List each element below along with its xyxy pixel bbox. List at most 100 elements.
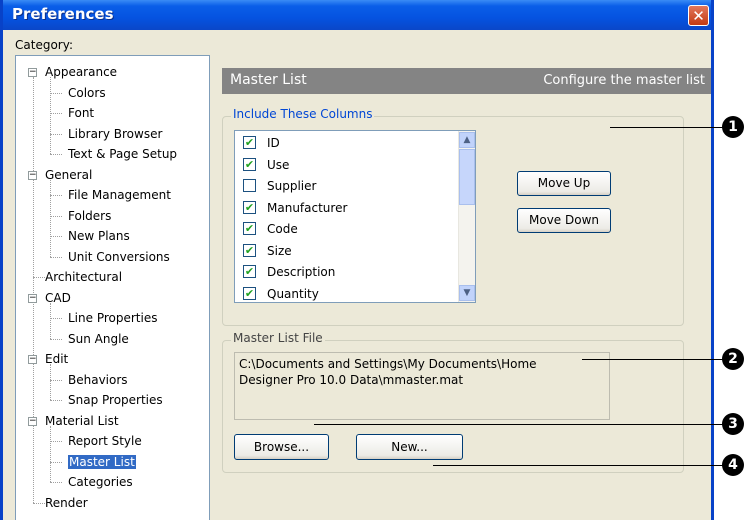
tree-item-cad[interactable]: CAD <box>45 288 71 308</box>
tree-item-master-list[interactable]: Master List <box>68 452 136 472</box>
tree-item-appearance[interactable]: Appearance <box>45 62 117 82</box>
listbox-scrollbar[interactable]: ▲ ▼ <box>458 131 475 302</box>
tree-item-categories[interactable]: Categories <box>68 472 133 492</box>
checkbox[interactable]: ✔ <box>243 200 256 214</box>
master-list-file-path: C:\Documents and Settings\My Documents\H… <box>234 352 610 420</box>
close-icon: ✕ <box>692 7 705 25</box>
checkbox[interactable] <box>243 179 256 192</box>
tree-connector <box>33 502 45 504</box>
callout-line-3 <box>314 424 732 425</box>
tree-item-edit[interactable]: Edit <box>45 349 68 369</box>
tree-connector <box>50 92 62 94</box>
tree-item-render[interactable]: Render <box>45 493 88 513</box>
tree-connector <box>50 113 62 114</box>
tree-connector <box>50 215 62 217</box>
scroll-up-button[interactable]: ▲ <box>459 132 475 148</box>
tree-connector <box>50 195 62 196</box>
checkbox[interactable]: ✔ <box>243 222 256 235</box>
checkmark-icon: ✔ <box>244 222 255 235</box>
master-list-file-legend: Master List File <box>231 331 325 345</box>
tree-item-font[interactable]: Font <box>68 103 94 123</box>
checkbox[interactable]: ✔ <box>243 157 256 171</box>
tree-item-unit-conversions[interactable]: Unit Conversions <box>68 247 170 267</box>
tree-item-label: New Plans <box>68 229 130 243</box>
tree-item-label: Library Browser <box>68 126 163 141</box>
tree-item-label: Behaviors <box>68 372 128 387</box>
title-bar[interactable]: Preferences ✕ <box>3 0 711 30</box>
tree-connector <box>50 302 51 339</box>
browse-button[interactable]: Browse... <box>234 434 329 460</box>
file-path-line-2: Designer Pro 10.0 Data\mmaster.mat <box>239 373 464 387</box>
checkbox[interactable]: ✔ <box>243 136 256 149</box>
column-label: ID <box>267 136 280 150</box>
tree-item-label: Unit Conversions <box>68 249 170 264</box>
tree-item-snap-properties[interactable]: Snap Properties <box>68 390 163 410</box>
checkbox[interactable]: ✔ <box>243 286 256 300</box>
tree-item-label: Colors <box>68 85 106 100</box>
tree-item-label: Appearance <box>45 65 118 79</box>
window-title: Preferences <box>12 5 114 23</box>
checkbox[interactable]: ✔ <box>243 265 256 278</box>
tree-item-label: Snap Properties <box>68 393 163 407</box>
scrollbar-thumb[interactable] <box>459 149 475 205</box>
tree-connector <box>50 236 62 237</box>
tree-item-label: Master List <box>68 454 136 469</box>
tree-item-label: Font <box>68 106 95 120</box>
tree-connector <box>50 256 62 258</box>
tree-item-label: Material List <box>45 413 119 428</box>
expand-collapse-toggle[interactable]: − <box>28 170 37 180</box>
tree-item-general[interactable]: General <box>45 165 92 185</box>
column-label: Code <box>267 222 298 236</box>
column-label: Use <box>267 157 290 172</box>
tree-item-label: Architectural <box>45 270 123 284</box>
callout-marker-4: 4 <box>722 454 744 476</box>
tree-item-label: Sun Angle <box>68 331 129 346</box>
callout-line-4 <box>433 465 732 466</box>
preferences-window: Preferences ✕ Category: − Appearance Color… <box>0 0 714 520</box>
move-down-button[interactable]: Move Down <box>517 208 611 233</box>
checkmark-icon: ✔ <box>244 136 255 149</box>
checkbox[interactable]: ✔ <box>243 243 256 257</box>
expand-collapse-toggle[interactable]: − <box>28 416 37 426</box>
tree-item-behaviors[interactable]: Behaviors <box>68 370 128 390</box>
tree-item-new-plans[interactable]: New Plans <box>68 226 130 246</box>
tree-connector <box>50 461 62 463</box>
move-up-button[interactable]: Move Up <box>517 171 611 196</box>
tree-item-file-management[interactable]: File Management <box>68 185 171 205</box>
callout-marker-1: 1 <box>722 116 744 138</box>
tree-item-sun-angle[interactable]: Sun Angle <box>68 329 129 349</box>
tree-item-colors[interactable]: Colors <box>68 83 106 103</box>
checkmark-icon: ✔ <box>244 265 255 278</box>
tree-connector <box>50 133 62 135</box>
expand-collapse-toggle[interactable]: − <box>28 355 37 364</box>
new-button[interactable]: New... <box>356 434 463 460</box>
close-button[interactable]: ✕ <box>688 5 709 26</box>
tree-item-report-style[interactable]: Report Style <box>68 431 142 451</box>
include-columns-legend: Include These Columns <box>231 107 375 121</box>
expand-collapse-toggle[interactable]: − <box>28 293 37 303</box>
tree-item-label: Line Properties <box>68 311 158 325</box>
tree-item-label: General <box>45 167 93 182</box>
expand-collapse-toggle[interactable]: − <box>28 68 37 77</box>
tree-connector <box>33 77 34 503</box>
tree-item-folders[interactable]: Folders <box>68 206 111 226</box>
tree-connector <box>50 379 62 381</box>
tree-item-line-properties[interactable]: Line Properties <box>68 308 157 328</box>
chevron-down-icon: ▼ <box>463 288 471 298</box>
tree-item-label: Folders <box>68 208 112 223</box>
tree-item-label: CAD <box>45 290 71 305</box>
tree-item-architectural[interactable]: Architectural <box>45 267 122 287</box>
tree-item-text-page-setup[interactable]: Text & Page Setup <box>68 144 177 164</box>
tree-item-material-list[interactable]: Material List <box>45 411 119 431</box>
section-title: Master List <box>230 72 307 88</box>
scroll-down-button[interactable]: ▼ <box>459 285 475 301</box>
column-label: Size <box>267 243 292 258</box>
tree-connector <box>50 441 62 442</box>
tree-connector <box>50 77 51 154</box>
section-description: Configure the master list <box>543 73 705 88</box>
tree-item-library-browser[interactable]: Library Browser <box>68 124 162 144</box>
tree-item-label: Categories <box>68 475 133 489</box>
columns-listbox[interactable]: ✔ ID ✔ Use Supplier ✔ Manufacturer ✔ Code ✔ Size ✔ D… <box>234 130 476 303</box>
category-tree[interactable]: − Appearance Colors Font Library Browser Text… <box>15 55 210 520</box>
checkmark-icon: ✔ <box>244 157 255 171</box>
